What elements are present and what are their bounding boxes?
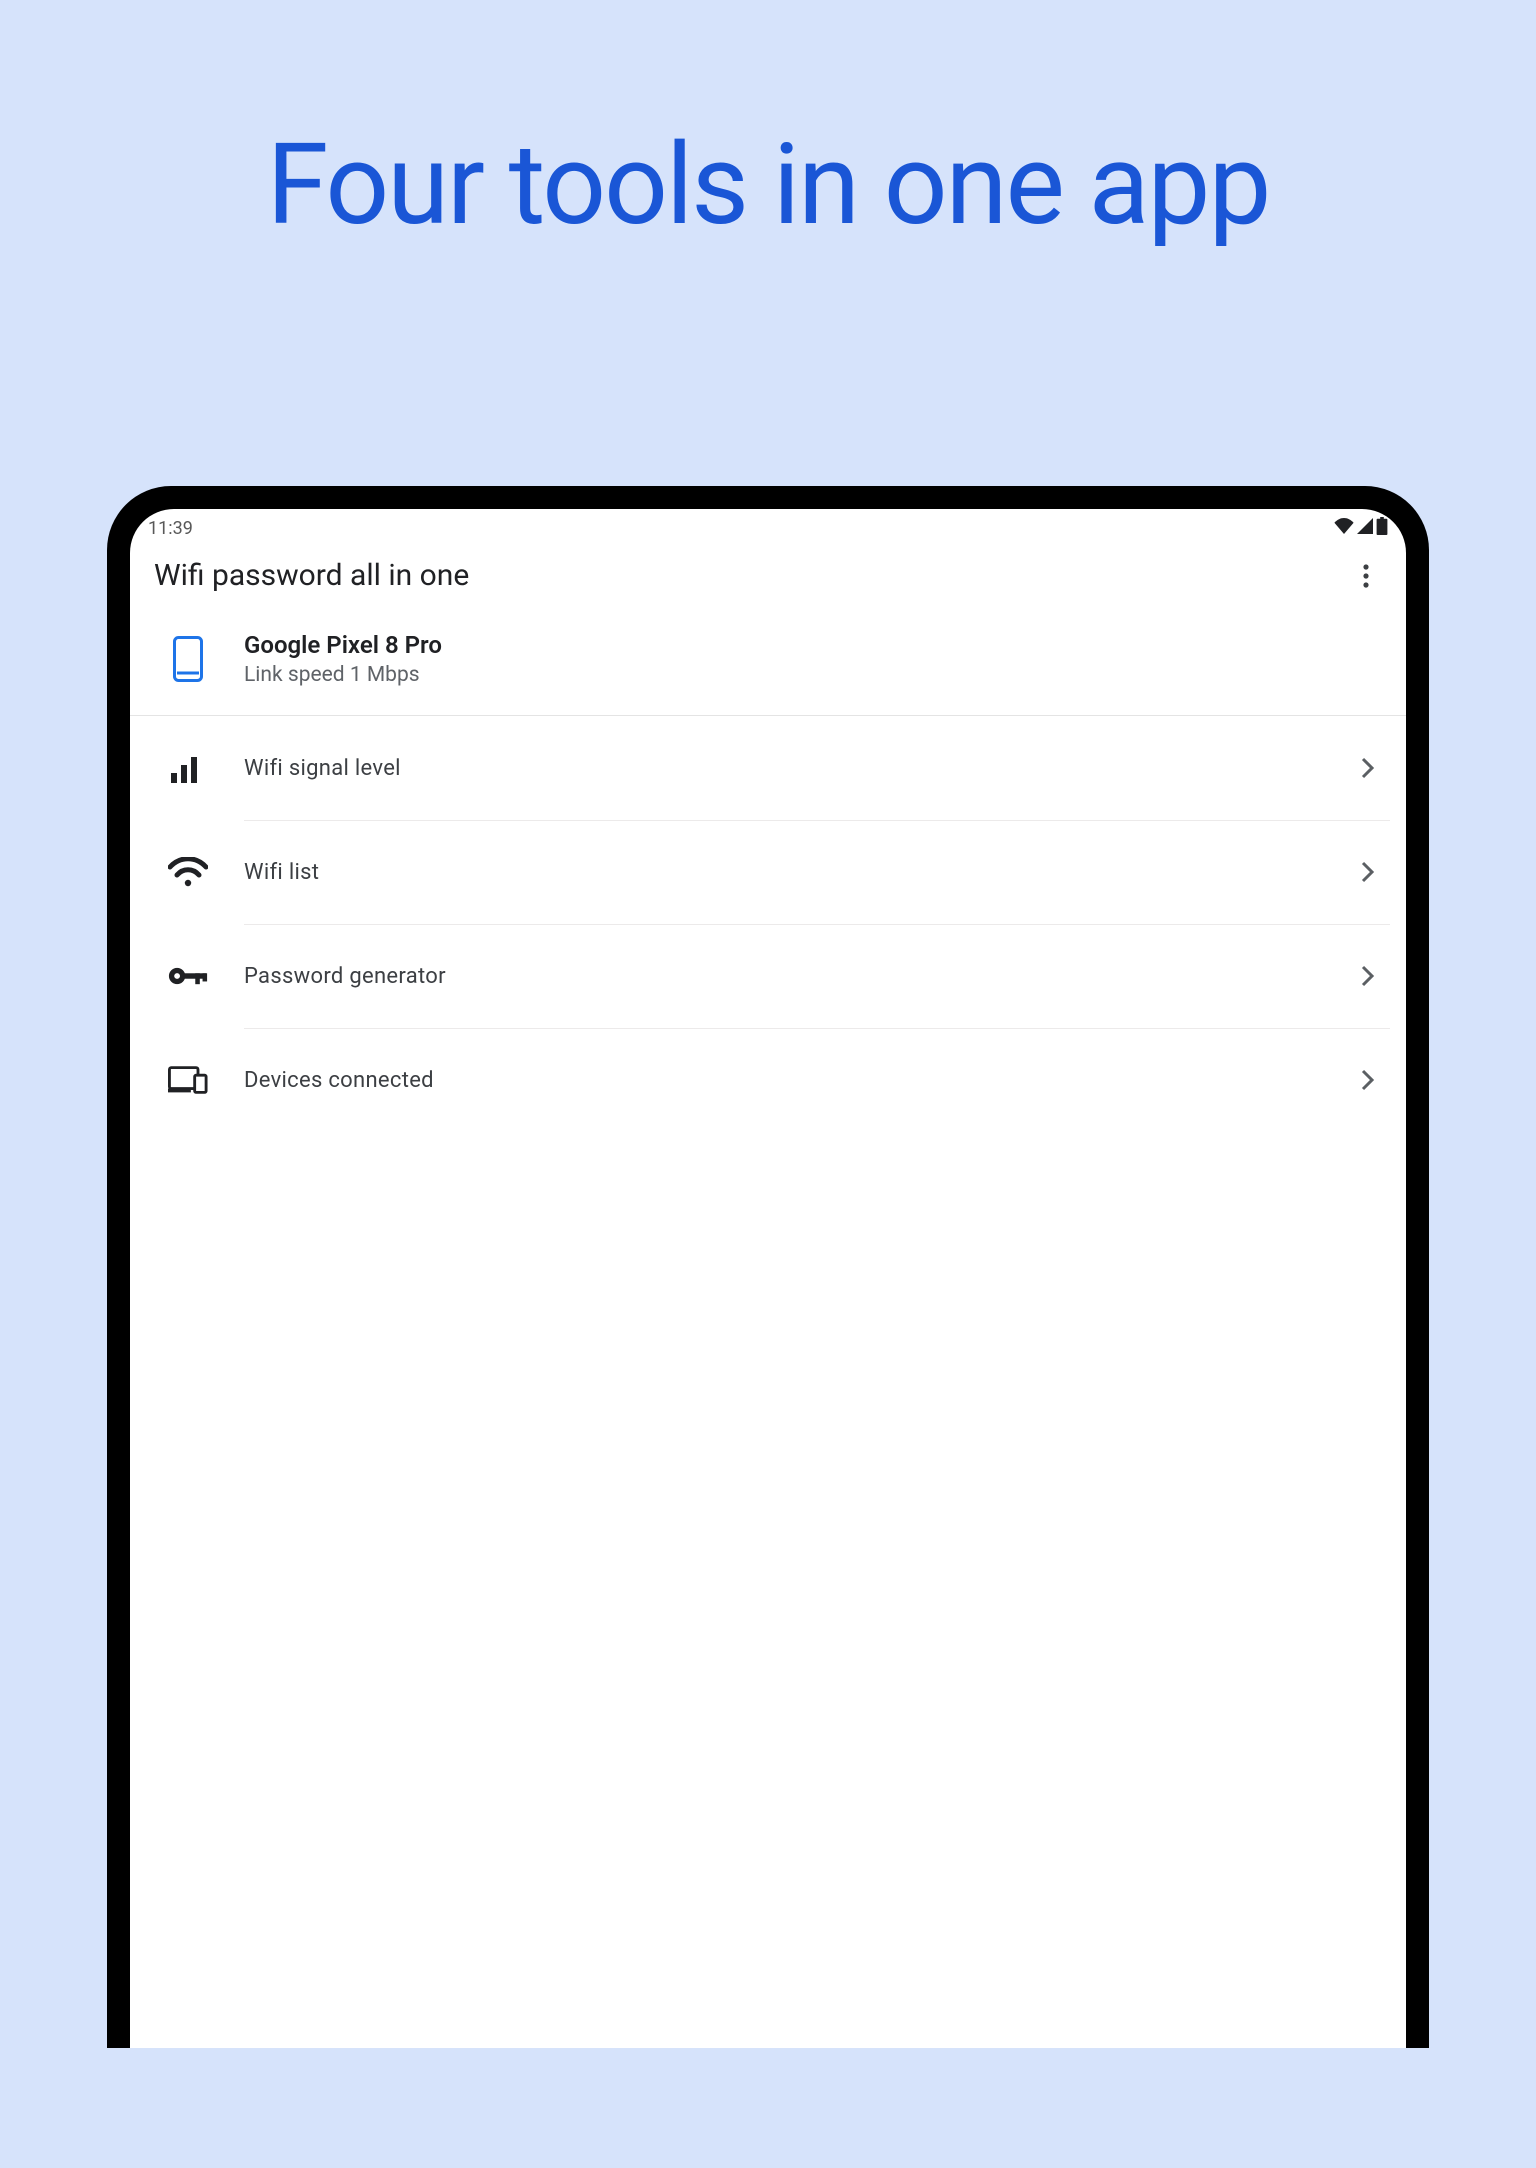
menu-item-password-generator[interactable]: Password generator	[130, 924, 1406, 1028]
device-frame: 11:39 Wifi password all in one	[107, 486, 1429, 2048]
battery-icon	[1376, 517, 1388, 540]
signal-bars-icon	[168, 748, 208, 788]
device-subtitle: Link speed 1 Mbps	[244, 663, 442, 687]
status-bar: 11:39	[130, 509, 1406, 540]
more-vert-icon	[1363, 564, 1369, 588]
menu-label: Wifi list	[244, 860, 1354, 885]
menu-item-wifi-signal[interactable]: Wifi signal level	[130, 716, 1406, 820]
connected-device-card: Google Pixel 8 Pro Link speed 1 Mbps	[130, 611, 1406, 716]
overflow-menu-button[interactable]	[1350, 560, 1382, 592]
chevron-right-icon	[1354, 1066, 1382, 1094]
chevron-right-icon	[1354, 754, 1382, 782]
app-title: Wifi password all in one	[154, 558, 469, 593]
wifi-icon	[168, 852, 208, 892]
phone-icon	[168, 639, 208, 679]
device-name: Google Pixel 8 Pro	[244, 631, 442, 659]
cell-signal-icon	[1356, 518, 1374, 539]
chevron-right-icon	[1354, 962, 1382, 990]
key-icon	[168, 956, 208, 996]
tool-list: Wifi signal level Wifi list	[130, 716, 1406, 1132]
menu-label: Password generator	[244, 964, 1354, 989]
device-screen: 11:39 Wifi password all in one	[130, 509, 1406, 2048]
status-time: 11:39	[148, 518, 193, 539]
menu-label: Wifi signal level	[244, 756, 1354, 781]
menu-item-devices-connected[interactable]: Devices connected	[130, 1028, 1406, 1132]
status-icons	[1334, 517, 1388, 540]
menu-item-wifi-list[interactable]: Wifi list	[130, 820, 1406, 924]
menu-label: Devices connected	[244, 1068, 1354, 1093]
wifi-status-icon	[1334, 518, 1354, 539]
chevron-right-icon	[1354, 858, 1382, 886]
devices-icon	[168, 1060, 208, 1100]
promo-headline: Four tools in one app	[0, 120, 1536, 251]
app-titlebar: Wifi password all in one	[130, 540, 1406, 611]
